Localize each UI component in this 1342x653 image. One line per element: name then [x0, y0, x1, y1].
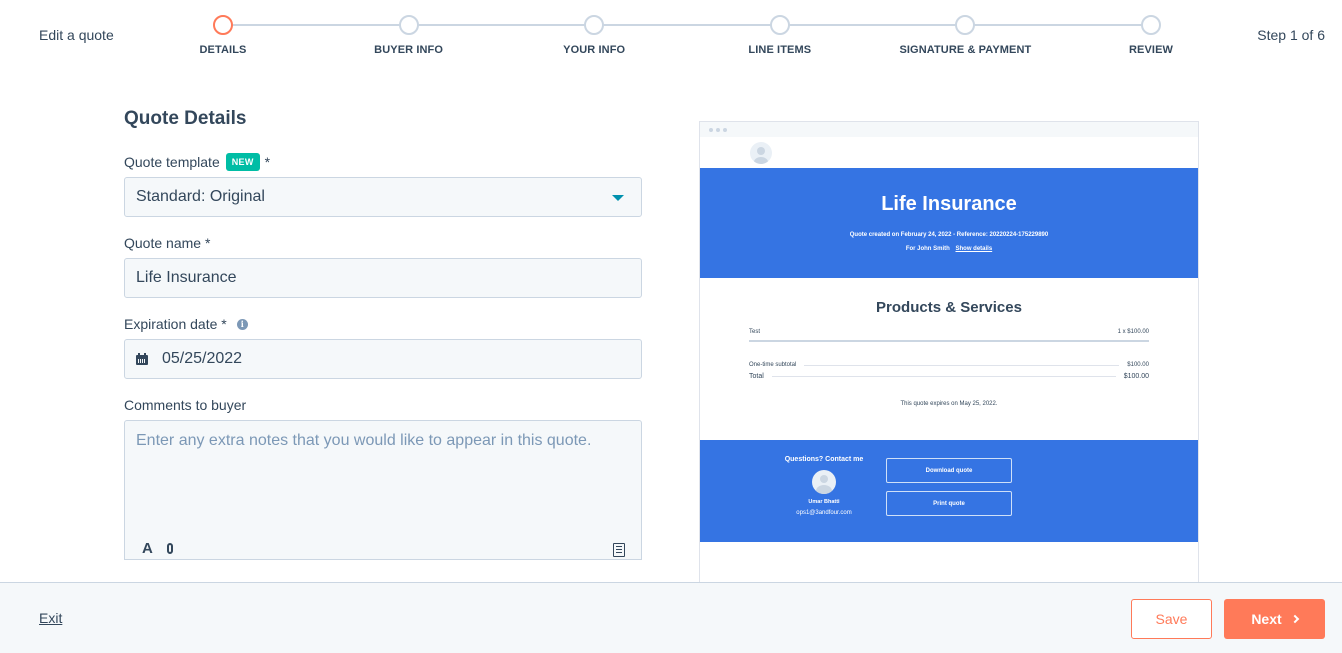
progress-stepper: DETAILS BUYER INFO YOUR INFO LINE ITEMS … — [200, 14, 1173, 64]
step-your-info[interactable]: YOUR INFO — [504, 14, 684, 56]
preview-quote-title: Life Insurance — [881, 193, 1017, 215]
print-quote-button[interactable]: Print quote — [886, 491, 1012, 516]
info-icon[interactable]: i — [236, 318, 248, 330]
quote-details-form: Quote Details Quote template NEW * Stand… — [124, 108, 642, 576]
label-text: Quote template — [124, 154, 220, 170]
preview-for-line: For John Smith Show details — [700, 246, 1198, 252]
next-button[interactable]: Next — [1224, 599, 1325, 639]
caret-down-icon — [612, 195, 624, 201]
label-text: Expiration date * — [124, 316, 227, 332]
subtotal-value: $100.00 — [1127, 362, 1149, 368]
preview-logo-row — [700, 137, 1198, 168]
contact-name: Umar Bhatti — [808, 499, 840, 505]
total-row: Total $100.00 — [749, 373, 1149, 380]
preview-products: Products & Services Test 1 x $100.00 One… — [700, 278, 1198, 407]
comments-field: Comments to buyer Enter any extra notes … — [124, 395, 642, 560]
step-counter: Step 1 of 6 — [1257, 27, 1325, 43]
step-label: SIGNATURE & PAYMENT — [899, 44, 1032, 56]
save-button[interactable]: Save — [1131, 599, 1212, 639]
expiration-date-field: Expiration date * i 05/25/2022 — [124, 314, 642, 379]
wizard-footer: Exit Save Next — [0, 582, 1342, 653]
input-value: 05/25/2022 — [162, 350, 243, 367]
company-logo-placeholder-icon — [750, 142, 772, 164]
rich-text-toolbar: A — [142, 540, 173, 557]
link-icon[interactable] — [166, 543, 173, 554]
page-title: Edit a quote — [39, 27, 114, 43]
quote-template-select[interactable]: Standard: Original — [124, 177, 642, 217]
preview-quote-meta: Quote created on February 24, 2022 - Ref… — [849, 232, 1049, 238]
line-item-row: Test 1 x $100.00 — [749, 329, 1149, 342]
download-quote-button[interactable]: Download quote — [886, 458, 1012, 483]
preview-recipient: For John Smith — [905, 246, 950, 252]
total-label: Total — [749, 373, 764, 380]
expiration-date-input[interactable]: 05/25/2022 — [124, 339, 642, 379]
contact-card: Questions? Contact me Umar Bhatti ops1@3… — [780, 456, 868, 516]
preview-contact-section: Questions? Contact me Umar Bhatti ops1@3… — [700, 440, 1198, 542]
wizard-header: Edit a quote DETAILS BUYER INFO YOUR INF… — [0, 0, 1342, 80]
step-label: DETAILS — [199, 44, 247, 56]
form-title: Quote Details — [124, 108, 247, 129]
show-details-link[interactable]: Show details — [955, 246, 992, 252]
input-value: Life Insurance — [136, 269, 237, 286]
exit-link[interactable]: Exit — [39, 610, 62, 626]
step-signature-payment[interactable]: SIGNATURE & PAYMENT — [875, 14, 1055, 56]
step-label: YOUR INFO — [563, 44, 626, 56]
line-item-name: Test — [749, 329, 761, 335]
contact-email: ops1@3andfour.com — [796, 510, 852, 516]
step-label: BUYER INFO — [374, 44, 444, 56]
next-button-label: Next — [1251, 611, 1282, 627]
subtotal-row: One-time subtotal $100.00 — [749, 362, 1149, 368]
window-dot-icon — [723, 127, 727, 132]
line-item-qty-price: 1 x $100.00 — [1117, 329, 1149, 335]
quote-name-field: Quote name * Life Insurance — [124, 233, 642, 298]
quote-name-label: Quote name * — [124, 235, 211, 251]
required-mark: * — [264, 154, 271, 170]
snippet-icon[interactable] — [613, 543, 625, 557]
preview-hero: Life Insurance Quote created on February… — [700, 168, 1198, 278]
window-dot-icon — [716, 127, 720, 132]
total-value: $100.00 — [1123, 373, 1149, 380]
new-badge: NEW — [225, 153, 260, 171]
chevron-right-icon — [1290, 614, 1299, 624]
text-style-icon[interactable]: A — [142, 540, 153, 557]
products-title: Products & Services — [876, 299, 1022, 316]
step-details[interactable]: DETAILS — [133, 14, 313, 56]
step-indicator-icon — [955, 15, 976, 35]
select-value: Standard: Original — [136, 188, 265, 205]
leader-line — [771, 376, 1116, 377]
textarea-placeholder: Enter any extra notes that you would lik… — [136, 432, 592, 449]
comments-label: Comments to buyer — [124, 397, 247, 413]
step-buyer-info[interactable]: BUYER INFO — [319, 14, 499, 56]
contact-title: Questions? Contact me — [784, 456, 864, 463]
preview-window-bar — [700, 122, 1198, 137]
quote-template-label: Quote template NEW * — [124, 152, 642, 172]
step-indicator-icon — [769, 15, 790, 35]
subtotal-label: One-time subtotal — [749, 362, 797, 368]
step-indicator-icon — [1141, 15, 1161, 35]
step-line-items[interactable]: LINE ITEMS — [690, 14, 870, 56]
leader-line — [804, 364, 1120, 366]
comments-textarea[interactable]: Enter any extra notes that you would lik… — [124, 420, 642, 560]
step-label: REVIEW — [1129, 44, 1173, 56]
contact-avatar-icon — [812, 470, 836, 494]
window-dot-icon — [709, 127, 713, 132]
quote-preview: Life Insurance Quote created on February… — [699, 121, 1199, 583]
quote-name-input[interactable]: Life Insurance — [124, 258, 642, 298]
step-review[interactable]: REVIEW — [1061, 14, 1241, 56]
expiration-note: This quote expires on May 25, 2022. — [900, 401, 998, 407]
calendar-icon — [136, 353, 148, 365]
step-label: LINE ITEMS — [748, 44, 812, 56]
step-indicator-icon — [584, 15, 605, 35]
step-indicator-icon — [213, 15, 233, 35]
quote-template-field: Quote template NEW * Standard: Original — [124, 152, 642, 217]
step-indicator-icon — [398, 15, 419, 35]
expiration-date-label: Expiration date * i — [124, 314, 642, 334]
